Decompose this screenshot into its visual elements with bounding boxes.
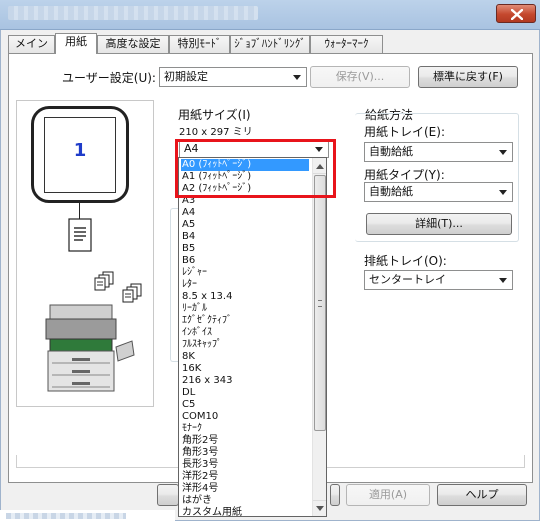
user-settings-value: 初期設定 bbox=[164, 70, 208, 83]
paper-size-label: 用紙サイズ(I) bbox=[178, 108, 251, 122]
dropdown-item[interactable]: カスタム用紙 bbox=[181, 507, 309, 516]
chevron-down-icon bbox=[499, 278, 507, 283]
dropdown-item[interactable]: 洋形2号 bbox=[181, 471, 309, 483]
dropdown-item[interactable]: 216 x 343 bbox=[181, 375, 309, 387]
collate-copies-icon bbox=[94, 271, 142, 303]
chevron-down-icon bbox=[293, 75, 301, 80]
dropdown-item[interactable]: B6 bbox=[181, 255, 309, 267]
highlight-callout bbox=[175, 139, 336, 198]
ok-button-partial[interactable] bbox=[157, 484, 179, 506]
dropdown-item[interactable]: A4 bbox=[181, 207, 309, 219]
paper-type-value: 自動給紙 bbox=[369, 185, 413, 198]
dropdown-item[interactable]: ｴｸﾞｾﾞｸﾃｨﾌﾞ bbox=[181, 315, 309, 327]
paper-type-select[interactable]: 自動給紙 bbox=[364, 182, 513, 202]
dropdown-item[interactable]: 角形2号 bbox=[181, 435, 309, 447]
paper-tray-value: 自動給紙 bbox=[369, 145, 413, 158]
title-bar bbox=[0, 0, 540, 30]
dropdown-item[interactable]: ﾌﾙｽｷｬｯﾌﾟ bbox=[181, 339, 309, 351]
user-settings-select[interactable]: 初期設定 bbox=[159, 67, 307, 87]
details-button[interactable]: 詳細(T)... bbox=[366, 213, 512, 235]
dropdown-scrollbar[interactable] bbox=[312, 158, 326, 516]
copy-number: 1 bbox=[73, 140, 87, 161]
dropdown-item[interactable]: C5 bbox=[181, 399, 309, 411]
dropdown-item[interactable]: 8.5 x 13.4 bbox=[181, 291, 309, 303]
grip-icon bbox=[318, 300, 322, 307]
dropdown-item[interactable]: B5 bbox=[181, 243, 309, 255]
dropdown-item[interactable]: COM10 bbox=[181, 411, 309, 423]
paper-type-label: 用紙タイプ(Y): bbox=[364, 168, 445, 182]
dropdown-item[interactable]: ﾚﾀｰ bbox=[181, 279, 309, 291]
close-icon bbox=[511, 9, 523, 20]
output-tray-value: センタートレイ bbox=[369, 273, 446, 286]
chevron-down-icon bbox=[499, 150, 507, 155]
tab-paper[interactable]: 用紙 bbox=[55, 33, 97, 54]
output-tray-select[interactable]: センタートレイ bbox=[364, 270, 513, 290]
close-button[interactable] bbox=[496, 4, 536, 23]
printer-machine-icon bbox=[45, 304, 135, 392]
tab-special-mode[interactable]: 特別ﾓｰﾄﾞ bbox=[169, 35, 230, 53]
dropdown-item[interactable]: 8K bbox=[181, 351, 309, 363]
paper-preview-icon: 1 bbox=[44, 117, 116, 193]
dropdown-item[interactable]: B4 bbox=[181, 231, 309, 243]
layout-preview-frame: 1 bbox=[31, 106, 129, 203]
dropdown-item[interactable]: DL bbox=[181, 387, 309, 399]
paper-tray-label: 用紙トレイ(E): bbox=[364, 125, 445, 139]
reset-defaults-button[interactable]: 標準に戻す(F) bbox=[418, 66, 518, 88]
tab-main[interactable]: メイン bbox=[8, 35, 55, 53]
window-title-blurred bbox=[8, 6, 258, 20]
chevron-down-icon bbox=[499, 190, 507, 195]
arrow-down-icon bbox=[316, 506, 324, 511]
output-tray-label: 排紙トレイ(O): bbox=[364, 254, 447, 268]
dropdown-item[interactable]: ﾓﾅｰｸ bbox=[181, 423, 309, 435]
dropdown-item[interactable]: A5 bbox=[181, 219, 309, 231]
tab-advanced[interactable]: 高度な設定 bbox=[97, 35, 169, 53]
dropdown-item[interactable]: はがき bbox=[181, 495, 309, 507]
apply-button[interactable]: 適用(A) bbox=[346, 484, 430, 506]
paper-size-dimensions: 210 x 297 ミリ bbox=[179, 127, 253, 138]
scroll-thumb[interactable] bbox=[314, 175, 326, 431]
help-button[interactable]: ヘルプ bbox=[437, 484, 527, 506]
save-button[interactable]: 保存(V)... bbox=[310, 66, 410, 88]
dropdown-item[interactable]: 長形3号 bbox=[181, 459, 309, 471]
background-window-edge bbox=[0, 510, 175, 521]
dropdown-item[interactable]: ｲﾝﾎﾞｲｽ bbox=[181, 327, 309, 339]
paper-tray-select[interactable]: 自動給紙 bbox=[364, 142, 513, 162]
dropdown-item[interactable]: 16K bbox=[181, 363, 309, 375]
background-blurred-text bbox=[6, 513, 126, 519]
cancel-button-partial[interactable] bbox=[330, 484, 340, 506]
document-icon bbox=[68, 218, 92, 252]
user-settings-label: ユーザー設定(U): bbox=[62, 71, 156, 85]
dropdown-item[interactable]: ﾚｼﾞｬｰ bbox=[181, 267, 309, 279]
dropdown-item[interactable]: 角形3号 bbox=[181, 447, 309, 459]
tab-watermark[interactable]: ｳｫｰﾀｰﾏｰｸ bbox=[310, 35, 383, 53]
dropdown-item[interactable]: ﾘｰｶﾞﾙ bbox=[181, 303, 309, 315]
tab-job-handling[interactable]: ｼﾞｮﾌﾞﾊﾝﾄﾞﾘﾝｸﾞ bbox=[230, 35, 310, 53]
paper-size-dropdown-list[interactable]: A0 (ﾌｨｯﾄﾍﾟｰｼﾞ) A1 (ﾌｨｯﾄﾍﾟｰｼﾞ) A2 (ﾌｨｯﾄﾍﾟ… bbox=[178, 157, 327, 517]
scroll-down-button[interactable] bbox=[313, 500, 326, 516]
dropdown-item[interactable]: 洋形4号 bbox=[181, 483, 309, 495]
